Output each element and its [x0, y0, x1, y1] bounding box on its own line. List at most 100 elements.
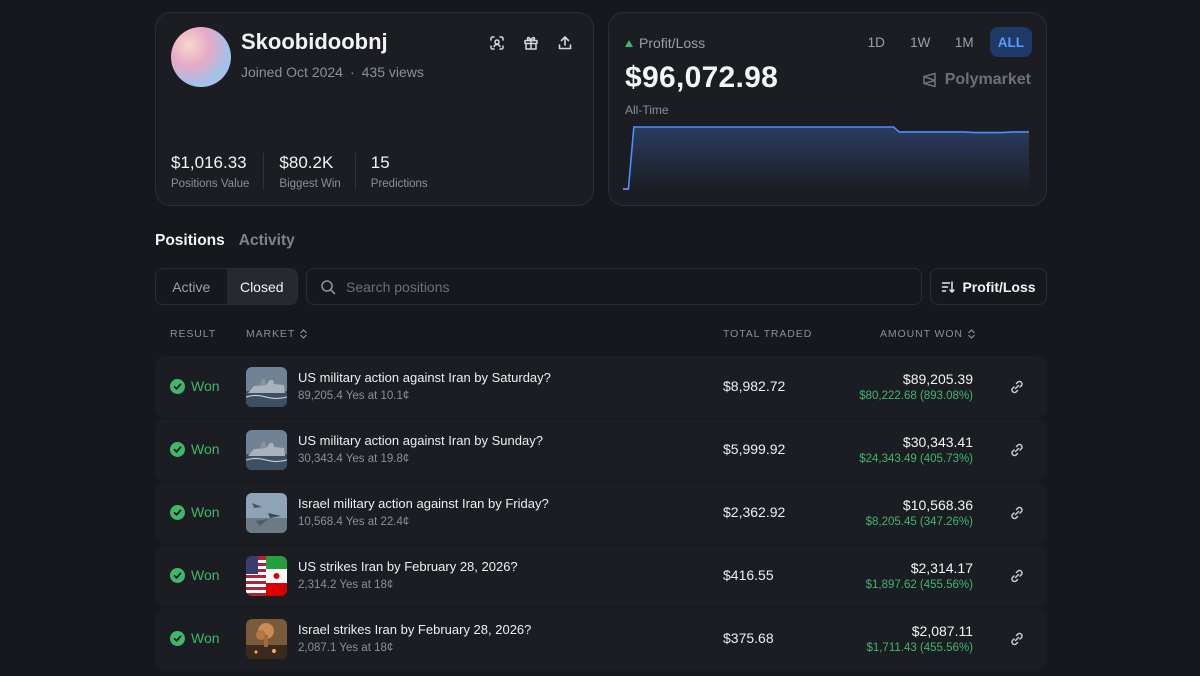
header-amount-won[interactable]: AMOUNT WON	[880, 328, 976, 340]
profile-stats: $1,016.33 Positions Value $80.2K Biggest…	[171, 153, 457, 190]
tab-positions[interactable]: Positions	[155, 232, 225, 250]
header-total-traded-label: TOTAL TRADED	[723, 328, 813, 340]
stat-label: Positions Value	[171, 178, 250, 190]
range-tab-1m[interactable]: 1M	[946, 27, 983, 57]
search-input[interactable]	[346, 278, 906, 295]
result-label: Won	[191, 378, 220, 394]
result-label: Won	[191, 441, 220, 457]
profile-actions	[487, 33, 575, 53]
share-link-icon[interactable]	[1009, 505, 1025, 521]
table-row[interactable]: Won Israel strikes Iran by February 28, …	[155, 608, 1047, 670]
scan-icon[interactable]	[487, 33, 507, 53]
amount-won: $30,343.41	[902, 434, 973, 450]
stat-value: $80.2K	[279, 153, 334, 172]
segment-active[interactable]: Active	[156, 269, 227, 304]
header-market[interactable]: MARKET	[246, 328, 308, 340]
segment-closed[interactable]: Closed	[226, 269, 297, 304]
share-link-icon[interactable]	[1009, 631, 1025, 647]
market-title[interactable]: Israel military action against Iran by F…	[298, 496, 549, 511]
sort-icon	[942, 280, 956, 293]
joined-date: Joined Oct 2024	[241, 64, 343, 80]
username: Skoobidoobnj	[241, 29, 388, 54]
status-segmented-control: Active Closed	[155, 268, 298, 305]
market-thumbnail	[246, 493, 287, 533]
range-tab-1d[interactable]: 1D	[858, 27, 895, 57]
table-row[interactable]: Won US military action against Iran by S…	[155, 356, 1047, 418]
market-thumbnail	[246, 367, 287, 407]
pnl-card: Profit/Loss 1D 1W 1M ALL $96,072.98 All-…	[608, 12, 1047, 206]
range-tab-1w[interactable]: 1W	[902, 27, 939, 57]
share-link-icon[interactable]	[1009, 568, 1025, 584]
table-row[interactable]: Won US military action against Iran by S…	[155, 419, 1047, 481]
profile-meta: Joined Oct 2024 · 435 views	[241, 64, 424, 80]
share-icon[interactable]	[555, 33, 575, 53]
pnl-label-text: Profit/Loss	[639, 35, 706, 51]
sort-toggle-icon	[967, 329, 975, 339]
market-thumbnail	[246, 430, 287, 470]
market-title[interactable]: US military action against Iran by Sunda…	[298, 433, 543, 448]
share-link-icon[interactable]	[1009, 379, 1025, 395]
header-market-label: MARKET	[246, 328, 296, 340]
result-label: Won	[191, 567, 220, 583]
header-result: RESULT	[170, 328, 216, 340]
profit-gain: $1,711.43 (455.56%)	[866, 642, 973, 654]
pnl-chart	[623, 126, 1029, 191]
result-badge: Won	[170, 441, 220, 457]
market-title[interactable]: Israel strikes Iran by February 28, 2026…	[298, 622, 531, 637]
result-badge: Won	[170, 630, 220, 646]
pnl-value: $96,072.98	[625, 61, 779, 94]
check-circle-icon	[170, 504, 185, 520]
market-title[interactable]: US strikes Iran by February 28, 2026?	[298, 559, 518, 574]
meta-separator: ·	[349, 64, 355, 80]
pnl-label: Profit/Loss	[625, 35, 705, 51]
stat-positions-value: $1,016.33 Positions Value	[171, 153, 265, 190]
avatar[interactable]	[171, 27, 231, 87]
profit-gain: $80,222.68 (893.08%)	[859, 390, 973, 402]
header-amount-won-label: AMOUNT WON	[880, 328, 963, 340]
sort-toggle-icon	[300, 329, 308, 339]
market-position-detail: 30,343.4 Yes at 19.8¢	[298, 453, 410, 465]
result-label: Won	[191, 504, 220, 520]
table-row[interactable]: Won US strikes Iran by February 28, 2026…	[155, 545, 1047, 607]
range-tab-all[interactable]: ALL	[989, 27, 1032, 57]
market-position-detail: 2,087.1 Yes at 18¢	[298, 642, 394, 654]
profit-gain: $1,897.62 (455.56%)	[865, 579, 973, 591]
sort-button[interactable]: Profit/Loss	[930, 268, 1047, 305]
share-link-icon[interactable]	[1009, 442, 1025, 458]
total-traded: $2,362.92	[723, 504, 786, 520]
profit-gain: $8,205.45 (347.26%)	[865, 516, 973, 528]
total-traded: $416.55	[723, 567, 774, 583]
view-count: 435 views	[361, 64, 424, 80]
header-result-label: RESULT	[170, 328, 217, 340]
polymarket-logo-icon	[922, 72, 936, 88]
tab-activity[interactable]: Activity	[239, 232, 295, 250]
market-title[interactable]: US military action against Iran by Satur…	[298, 370, 551, 385]
gift-icon[interactable]	[521, 33, 541, 53]
check-circle-icon	[170, 441, 185, 457]
amount-won: $10,568.36	[902, 497, 973, 513]
stat-value: $1,016.33	[171, 153, 247, 172]
table-row[interactable]: Won Israel military action against Iran …	[155, 482, 1047, 544]
sort-label: Profit/Loss	[962, 278, 1036, 295]
search-icon	[321, 279, 336, 294]
total-traded: $375.68	[723, 630, 774, 646]
amount-won: $2,087.11	[911, 623, 973, 639]
stat-label: Biggest Win	[279, 178, 341, 190]
brand-name: Polymarket	[944, 71, 1031, 88]
range-tabs: 1D 1W 1M ALL	[858, 27, 1032, 57]
result-badge: Won	[170, 567, 220, 583]
total-traded: $5,999.92	[723, 441, 786, 457]
main-tabs: Positions Activity	[155, 232, 295, 250]
polymarket-brand: Polymarket	[922, 71, 1031, 89]
stat-biggest-win: $80.2K Biggest Win	[279, 153, 356, 190]
check-circle-icon	[170, 567, 185, 583]
check-circle-icon	[170, 378, 185, 394]
result-badge: Won	[170, 378, 220, 394]
stat-predictions: 15 Predictions	[371, 153, 442, 190]
market-thumbnail	[246, 619, 287, 659]
pnl-period: All-Time	[625, 103, 669, 117]
stat-value: 15	[370, 153, 390, 172]
profit-gain: $24,343.49 (405.73%)	[859, 453, 973, 465]
up-triangle-icon	[625, 39, 633, 47]
profile-card: Skoobidoobnj Joined Oct 2024 · 435 views $…	[155, 12, 594, 206]
